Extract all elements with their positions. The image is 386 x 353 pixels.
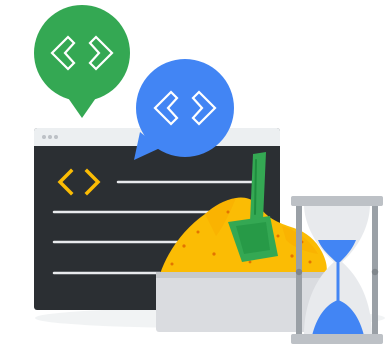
window-dot (48, 135, 52, 139)
hourglass-bottom-cap (291, 334, 383, 344)
code-sandbox-illustration (34, 5, 385, 344)
window-dot (54, 135, 58, 139)
sandbox-box (156, 272, 328, 332)
hourglass-top-cap (291, 196, 383, 206)
green-speech-bubble (34, 5, 130, 118)
window-dot (42, 135, 46, 139)
